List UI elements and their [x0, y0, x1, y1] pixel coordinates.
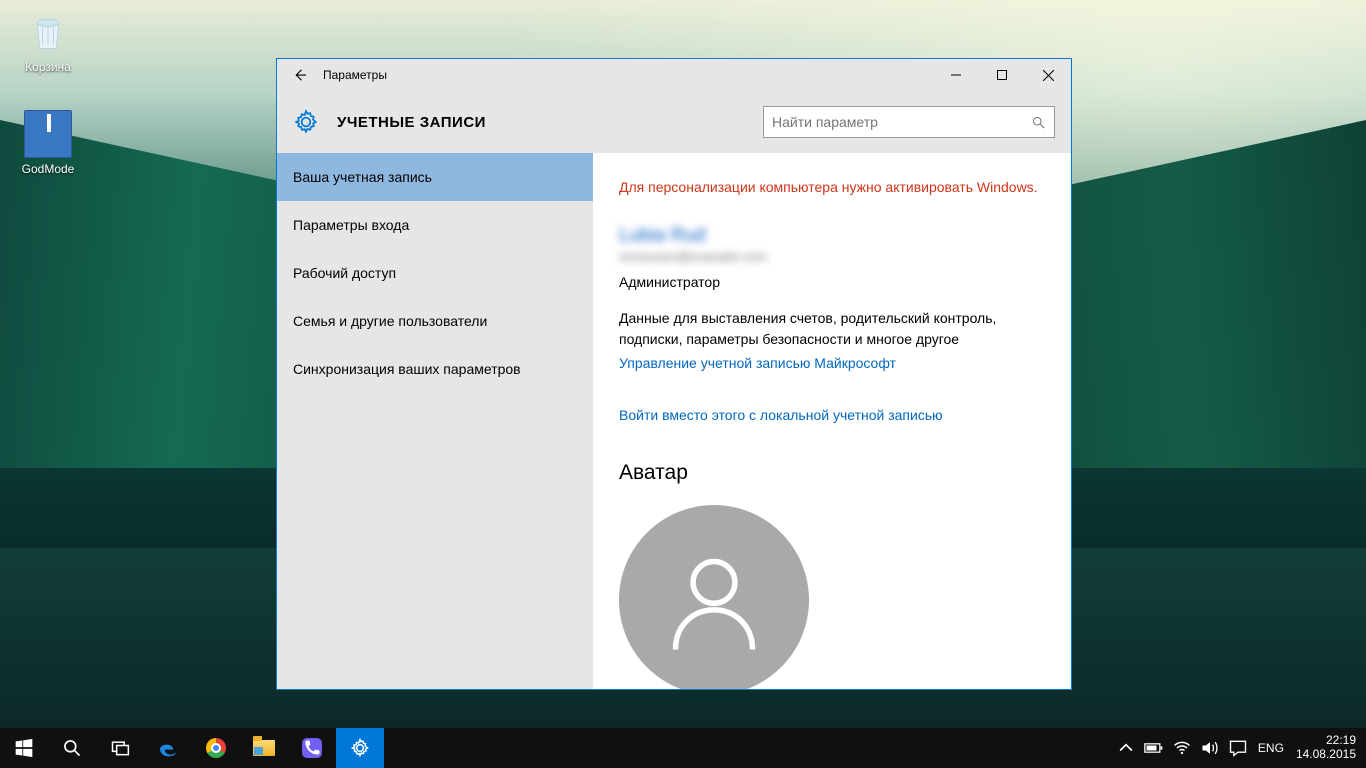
start-button[interactable] [0, 728, 48, 768]
task-view-button[interactable] [96, 728, 144, 768]
search-icon [62, 738, 82, 758]
search-box[interactable] [763, 106, 1055, 138]
manage-account-link[interactable]: Управление учетной записью Майкрософт [619, 355, 896, 371]
sidebar-item-label: Рабочий доступ [293, 265, 396, 281]
edge-icon [158, 738, 178, 758]
action-center-icon [1228, 738, 1248, 758]
tray-clock[interactable]: 22:19 14.08.2015 [1290, 734, 1366, 762]
minimize-icon [951, 70, 961, 80]
titlebar[interactable]: Параметры [277, 59, 1071, 91]
minimize-button[interactable] [933, 59, 979, 91]
gear-icon [350, 738, 370, 758]
godmode-icon [24, 110, 72, 158]
account-description: Данные для выставления счетов, родительс… [619, 308, 1045, 349]
taskbar-app-chrome[interactable] [192, 728, 240, 768]
chevron-up-icon [1116, 738, 1136, 758]
search-icon [1031, 115, 1046, 130]
arrow-left-icon [291, 66, 309, 84]
tray-language[interactable]: ENG [1252, 741, 1290, 755]
settings-header: УЧЕТНЫЕ ЗАПИСИ [277, 91, 1071, 153]
tray-volume[interactable] [1196, 728, 1224, 768]
sidebar-item-label: Ваша учетная запись [293, 169, 432, 185]
sidebar-item-sign-in-options[interactable]: Параметры входа [277, 201, 593, 249]
desktop-icon-label: Корзина [10, 60, 86, 74]
close-icon [1043, 70, 1054, 81]
search-button[interactable] [48, 728, 96, 768]
back-button[interactable] [277, 59, 323, 91]
user-email: someuser@example.com [619, 249, 1045, 264]
gear-icon [293, 109, 319, 135]
desktop: Корзина GodMode Параметры УЧЕТНЫЕ ЗАПИСИ [0, 0, 1366, 768]
avatar-placeholder [619, 505, 809, 689]
maximize-icon [997, 70, 1007, 80]
close-button[interactable] [1025, 59, 1071, 91]
tray-notifications[interactable] [1224, 728, 1252, 768]
battery-icon [1144, 738, 1164, 758]
sidebar-item-label: Параметры входа [293, 217, 409, 233]
tray-wifi[interactable] [1168, 728, 1196, 768]
system-tray: ENG 22:19 14.08.2015 [1112, 728, 1366, 768]
desktop-icon-godmode[interactable]: GodMode [10, 110, 86, 176]
avatar-heading: Аватар [619, 461, 1045, 485]
viber-icon [302, 738, 322, 758]
settings-body: Ваша учетная запись Параметры входа Рабо… [277, 153, 1071, 689]
sidebar-item-sync-settings[interactable]: Синхронизация ваших параметров [277, 345, 593, 393]
maximize-button[interactable] [979, 59, 1025, 91]
sidebar-item-your-account[interactable]: Ваша учетная запись [277, 153, 593, 201]
taskbar-app-edge[interactable] [144, 728, 192, 768]
tray-battery[interactable] [1140, 728, 1168, 768]
wifi-icon [1172, 738, 1192, 758]
page-title: УЧЕТНЫЕ ЗАПИСИ [337, 114, 486, 131]
taskbar-app-explorer[interactable] [240, 728, 288, 768]
local-account-link[interactable]: Войти вместо этого с локальной учетной з… [619, 407, 1045, 423]
taskbar-app-settings[interactable] [336, 728, 384, 768]
window-title: Параметры [323, 68, 387, 82]
taskbar: ENG 22:19 14.08.2015 [0, 728, 1366, 768]
tray-overflow-button[interactable] [1112, 728, 1140, 768]
sidebar-item-work-access[interactable]: Рабочий доступ [277, 249, 593, 297]
window-controls [933, 59, 1071, 91]
tray-date: 14.08.2015 [1296, 748, 1356, 762]
settings-content: Для персонализации компьютера нужно акти… [593, 153, 1071, 689]
settings-sidebar: Ваша учетная запись Параметры входа Рабо… [277, 153, 593, 689]
file-explorer-icon [253, 740, 275, 756]
user-display-name: Lubia Rud [619, 225, 1045, 247]
user-role: Администратор [619, 274, 1045, 290]
sidebar-item-label: Семья и другие пользователи [293, 313, 487, 329]
tray-time: 22:19 [1296, 734, 1356, 748]
volume-icon [1200, 738, 1220, 758]
settings-window: Параметры УЧЕТНЫЕ ЗАПИСИ Ваша учетная за… [276, 58, 1072, 690]
sidebar-item-label: Синхронизация ваших параметров [293, 361, 521, 377]
desktop-icon-recycle-bin[interactable]: Корзина [10, 8, 86, 74]
chrome-icon [206, 738, 226, 758]
search-input[interactable] [772, 114, 1031, 130]
user-icon [659, 545, 769, 655]
taskbar-app-viber[interactable] [288, 728, 336, 768]
desktop-icon-label: GodMode [10, 162, 86, 176]
windows-icon [14, 738, 34, 758]
sidebar-item-family-users[interactable]: Семья и другие пользователи [277, 297, 593, 345]
recycle-bin-icon [24, 8, 72, 56]
task-view-icon [110, 738, 130, 758]
activation-warning: Для персонализации компьютера нужно акти… [619, 177, 1045, 197]
